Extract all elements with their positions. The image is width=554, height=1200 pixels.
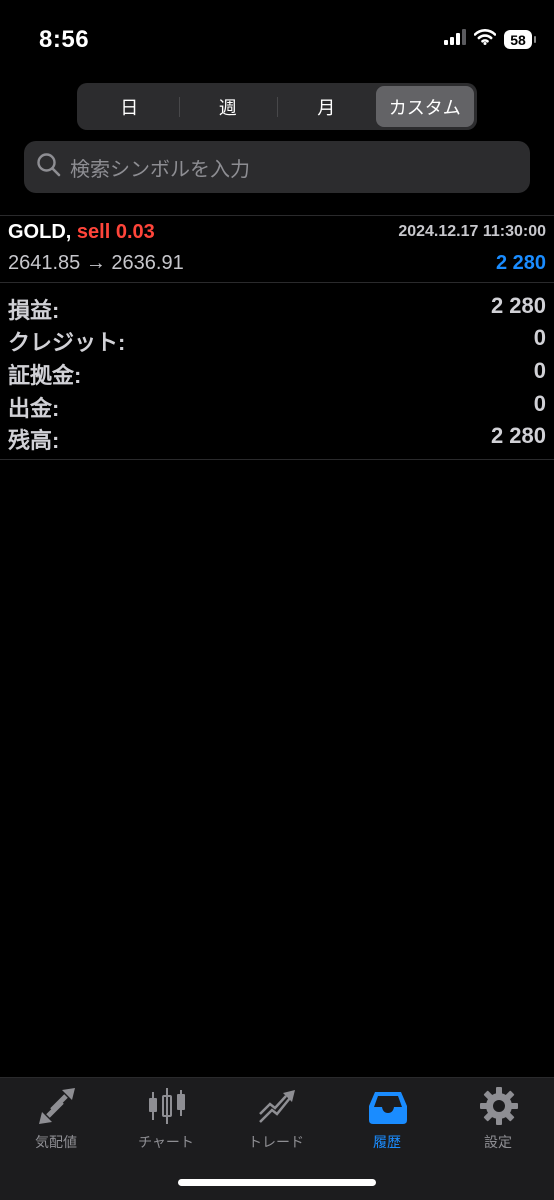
summary-value: 0 xyxy=(533,358,546,383)
summary-row-balance: 残高: 2 280 xyxy=(8,423,546,453)
tab-label: 設定 xyxy=(484,1134,512,1150)
summary-label: 損益: xyxy=(8,298,60,323)
trade-trend-icon xyxy=(259,1090,295,1123)
tab-quotes[interactable]: 気配値 xyxy=(6,1086,106,1156)
divider xyxy=(0,282,554,283)
wifi-icon xyxy=(473,29,497,50)
summary-label: 残高: xyxy=(8,428,60,453)
trade-symbol-line: GOLD, sell 0.03 xyxy=(8,221,155,244)
summary-label: 出金: xyxy=(8,396,60,421)
quotes-arrows-icon xyxy=(39,1088,75,1124)
search-input[interactable]: 検索シンボルを入力 xyxy=(24,141,530,193)
trade-profit: 2 280 xyxy=(495,252,546,274)
trade-row-header[interactable]: GOLD, sell 0.03 2024.12.17 11:30:00 xyxy=(8,221,546,247)
history-screen: 8:56 58 日 週 月 カスタム 検索シンボルを入力 GOLD, sell … xyxy=(0,0,554,1200)
search-placeholder: 検索シンボルを入力 xyxy=(70,158,250,181)
tab-settings[interactable]: 設定 xyxy=(448,1086,548,1156)
summary-row-withdrawal: 出金: 0 xyxy=(8,391,546,421)
inbox-tray-icon xyxy=(369,1092,407,1124)
segment-week[interactable]: 週 xyxy=(178,86,278,127)
trade-datetime: 2024.12.17 11:30:00 xyxy=(398,223,546,240)
status-time: 8:56 xyxy=(39,26,90,53)
tab-chart[interactable]: チャート xyxy=(116,1086,216,1156)
tab-label: トレード xyxy=(248,1134,304,1150)
summary-value: 2 280 xyxy=(490,293,546,318)
tab-label: 気配値 xyxy=(35,1134,77,1150)
trade-prices: 2641.85 → 2636.91 xyxy=(8,252,184,274)
summary-value: 0 xyxy=(533,325,546,350)
summary-row-profit: 損益: 2 280 xyxy=(8,293,546,323)
tab-label: チャート xyxy=(138,1134,194,1150)
trade-row-prices[interactable]: 2641.85 → 2636.91 2 280 xyxy=(8,252,546,278)
trade-symbol: GOLD, xyxy=(8,221,72,243)
divider xyxy=(0,215,554,216)
summary-row-credit: クレジット: 0 xyxy=(8,325,546,355)
status-bar: 8:56 58 xyxy=(0,0,554,80)
home-indicator[interactable] xyxy=(178,1179,376,1186)
candlestick-icon xyxy=(149,1088,185,1124)
battery-icon: 58 xyxy=(504,30,536,49)
gear-icon xyxy=(480,1087,518,1125)
tab-trade[interactable]: トレード xyxy=(226,1086,326,1156)
signal-icon xyxy=(444,29,466,50)
summary-row-margin: 証拠金: 0 xyxy=(8,358,546,388)
segment-month[interactable]: 月 xyxy=(277,86,376,127)
summary-value: 0 xyxy=(533,391,546,416)
period-segmented-control: 日 週 月 カスタム xyxy=(77,83,477,130)
summary-value: 2 280 xyxy=(490,423,546,448)
search-icon xyxy=(36,152,62,183)
summary-label: 証拠金: xyxy=(8,363,82,388)
segment-day[interactable]: 日 xyxy=(80,86,179,127)
summary-label: クレジット: xyxy=(8,330,126,355)
tab-history[interactable]: 履歴 xyxy=(337,1086,437,1156)
trade-side: sell 0.03 xyxy=(76,221,155,243)
tab-label: 履歴 xyxy=(373,1134,401,1150)
status-icons: 58 xyxy=(444,29,536,50)
segment-custom[interactable]: カスタム xyxy=(375,86,474,127)
divider xyxy=(0,459,554,460)
